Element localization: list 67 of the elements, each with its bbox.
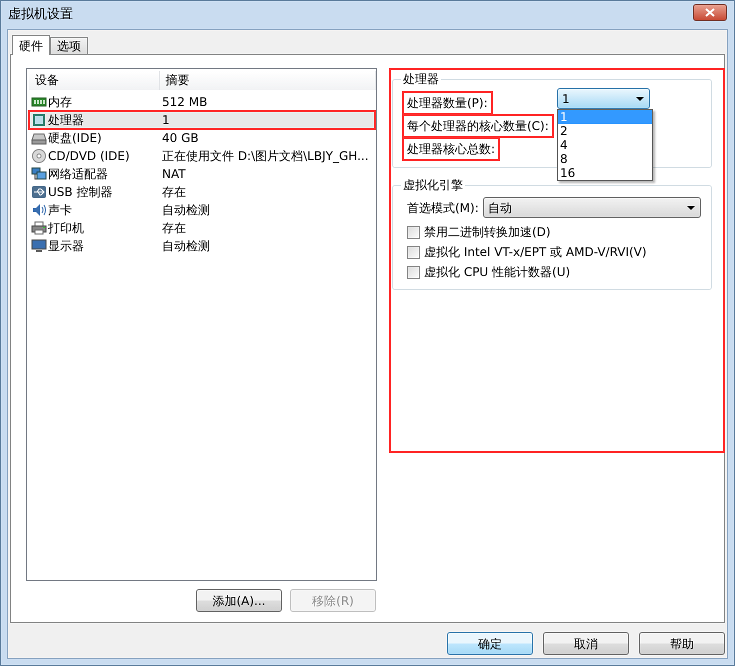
mode-select[interactable]: 自动: [482, 197, 701, 218]
device-summary: 512 MB: [161, 94, 208, 111]
device-row[interactable]: 网络适配器 NAT: [29, 165, 375, 183]
device-name: USB 控制器: [48, 184, 112, 201]
device-name: 显示器: [48, 238, 84, 255]
device-name: 声卡: [48, 202, 72, 219]
checkbox-label: 虚拟化 Intel VT-x/EPT 或 AMD-V/RVI(V): [424, 244, 647, 261]
device-summary: 正在使用文件 D:\图片文档\LBJY_GH...: [161, 148, 369, 165]
dropdown-option[interactable]: 4: [558, 138, 652, 152]
close-icon: [705, 8, 715, 16]
field-label: 处理器数量(P):: [405, 94, 490, 112]
device-row[interactable]: 声卡 自动检测: [29, 201, 375, 219]
checkbox-label: 虚拟化 CPU 性能计数器(U): [424, 264, 570, 281]
tab[interactable]: 硬件: [12, 35, 50, 55]
device-summary: NAT: [161, 166, 186, 183]
device-summary: 自动检测: [161, 238, 210, 255]
device-summary: 1: [161, 112, 170, 129]
checkbox[interactable]: [407, 266, 420, 278]
column-header: 设备: [29, 71, 160, 90]
field-label: 首选模式(M):: [406, 200, 480, 216]
device-summary: 存在: [161, 220, 186, 237]
checkbox[interactable]: [407, 226, 420, 238]
device-name: 硬盘(IDE): [48, 130, 102, 147]
sound-icon: [31, 203, 47, 217]
caret-icon: [687, 206, 695, 210]
dropdown-option[interactable]: 2: [558, 124, 652, 138]
disk-icon: [31, 131, 47, 145]
device-summary: 40 GB: [161, 130, 199, 147]
memory-icon: [31, 95, 47, 109]
ok-button[interactable]: 确定: [447, 632, 533, 655]
device-row[interactable]: 打印机 存在: [29, 219, 375, 237]
device-name: 网络适配器: [48, 166, 108, 183]
network-icon: [31, 167, 47, 181]
close-button[interactable]: [693, 4, 727, 20]
group-title: 处理器: [402, 72, 440, 86]
field-label: 处理器核心总数:: [405, 140, 498, 158]
column-header: 摘要: [160, 71, 376, 90]
cancel-button[interactable]: 取消: [543, 632, 629, 655]
cd-icon: [31, 149, 47, 163]
printer-icon: [31, 221, 47, 235]
count-select[interactable]: 1: [557, 88, 650, 109]
display-icon: [31, 239, 47, 253]
window-title: 虚拟机设置: [8, 6, 73, 24]
caret-icon: [636, 96, 644, 100]
device-row[interactable]: 内存 512 MB: [29, 93, 375, 111]
device-name: 处理器: [48, 112, 84, 129]
help-button[interactable]: 帮助: [639, 632, 725, 655]
device-row[interactable]: 处理器 1: [29, 111, 375, 129]
device-row[interactable]: USB 控制器 存在: [29, 183, 375, 201]
device-name: CD/DVD (IDE): [48, 148, 130, 165]
group-title: 虚拟化引擎: [402, 178, 464, 192]
add-button[interactable]: 添加(A)...: [196, 589, 282, 612]
device-row[interactable]: 显示器 自动检测: [29, 237, 375, 255]
field-label: 每个处理器的核心数量(C):: [405, 116, 551, 134]
device-summary: 自动检测: [161, 202, 210, 219]
dropdown-option[interactable]: 8: [558, 152, 652, 166]
tab[interactable]: 选项: [50, 37, 88, 54]
cpu-icon: [31, 113, 47, 127]
device-name: 打印机: [48, 220, 84, 237]
checkbox-label: 禁用二进制转换加速(D): [424, 224, 551, 241]
device-summary: 存在: [161, 184, 186, 201]
checkbox[interactable]: [407, 246, 420, 258]
device-name: 内存: [48, 94, 72, 111]
usb-icon: [31, 185, 47, 199]
device-row[interactable]: 硬盘(IDE) 40 GB: [29, 129, 375, 147]
device-row[interactable]: CD/DVD (IDE) 正在使用文件 D:\图片文档\LBJY_GH...: [29, 147, 375, 165]
dropdown-option[interactable]: 16: [558, 166, 652, 180]
